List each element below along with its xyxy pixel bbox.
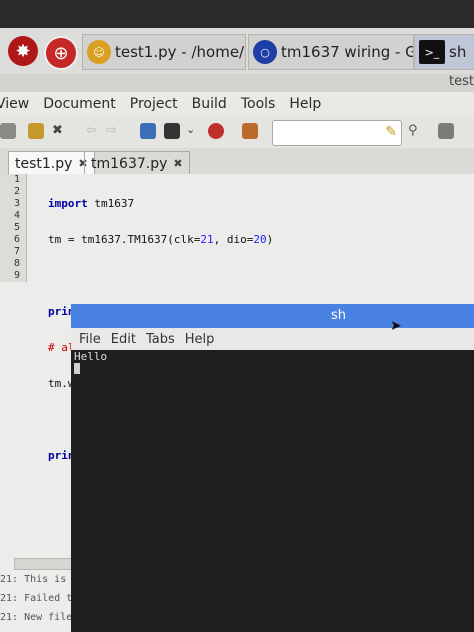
terminal-menubar: File Edit Tabs Help	[71, 328, 474, 350]
line-number: 1	[13, 174, 20, 185]
save-icon[interactable]	[0, 123, 16, 139]
terminal-output-line: Hello	[74, 350, 108, 363]
preferences-icon[interactable]	[438, 123, 454, 139]
message-log: 21: This is Ge 21: Failed to 21: New fil…	[0, 574, 80, 631]
horizontal-scrollbar[interactable]	[14, 558, 76, 570]
screen: ✸ ⊕ ☺ test1.py - /home/pi/D... ○ tm1637 …	[0, 0, 474, 632]
browser-icon[interactable]: ⊕	[44, 36, 78, 70]
tab-tm1637[interactable]: tm1637.py ✖	[84, 151, 190, 175]
revert-icon[interactable]	[28, 123, 44, 139]
terminal-window: sh File Edit Tabs Help Hello	[71, 304, 474, 632]
chromium-icon: ○	[253, 40, 277, 64]
window-title-bar: test	[0, 74, 474, 92]
search-input[interactable]: ✎	[272, 120, 402, 146]
menu-project[interactable]: Project	[130, 96, 178, 112]
close-tab-icon[interactable]: ✖	[173, 157, 182, 170]
terminal-menu-file[interactable]: File	[79, 332, 101, 347]
line-number: 4	[13, 210, 20, 221]
line-number: 7	[13, 246, 20, 257]
terminal-title-bar[interactable]: sh	[71, 304, 474, 328]
line-number-gutter: 1 2 3 4 5 6 7 8 9	[0, 174, 27, 282]
geany-icon: ☺	[87, 40, 111, 64]
terminal-menu-help[interactable]: Help	[185, 332, 215, 347]
terminal-output[interactable]: Hello	[71, 350, 474, 632]
monitor-bezel	[0, 0, 474, 28]
toolbar: ✖ ⇦ ⇨ ⌄ ⚲	[0, 116, 474, 149]
code-line-1: import tm1637	[48, 197, 135, 210]
line-number: 5	[13, 222, 20, 233]
taskbar: ✸ ⊕ ☺ test1.py - /home/pi/D... ○ tm1637 …	[0, 28, 474, 75]
taskbar-button-terminal[interactable]: >_ sh	[414, 34, 474, 70]
taskbar-button-browser[interactable]: ○ tm1637 wiring - Goog...	[248, 34, 414, 70]
build-icon[interactable]	[164, 123, 180, 139]
clear-brush-icon[interactable]: ✎	[385, 124, 397, 140]
tab-test1[interactable]: test1.py ✖	[8, 151, 95, 175]
close-icon[interactable]: ✖	[52, 123, 68, 139]
forward-icon[interactable]: ⇨	[106, 123, 122, 139]
menu-tools[interactable]: Tools	[241, 96, 276, 112]
message-line: 21: New file "	[0, 612, 80, 623]
menu-build[interactable]: Build	[192, 96, 227, 112]
menu-help[interactable]: Help	[289, 96, 321, 112]
document-tabs: test1.py ✖ tm1637.py ✖	[0, 148, 474, 175]
window-title: test	[449, 74, 474, 89]
taskbar-button-geany[interactable]: ☺ test1.py - /home/pi/D...	[82, 34, 246, 70]
color-chooser-icon[interactable]	[242, 123, 258, 139]
message-line: 21: This is Ge	[0, 574, 80, 585]
terminal-icon: >_	[419, 40, 445, 64]
back-icon[interactable]: ⇦	[86, 123, 102, 139]
line-number: 9	[13, 270, 20, 281]
compile-icon[interactable]	[140, 123, 156, 139]
burst-icon[interactable]: ✸	[8, 36, 38, 66]
stop-icon[interactable]	[208, 123, 224, 139]
line-number: 6	[13, 234, 20, 245]
line-number: 8	[13, 258, 20, 269]
line-number: 3	[13, 198, 20, 209]
terminal-menu-tabs[interactable]: Tabs	[146, 332, 175, 347]
search-icon[interactable]: ⚲	[408, 123, 424, 139]
terminal-menu-edit[interactable]: Edit	[111, 332, 136, 347]
text-cursor	[74, 363, 80, 374]
menu-view[interactable]: View	[0, 96, 29, 112]
menubar: View Document Project Build Tools Help	[0, 92, 474, 116]
line-number: 2	[13, 186, 20, 197]
menu-document[interactable]: Document	[43, 96, 116, 112]
terminal-title: sh	[331, 308, 347, 323]
mouse-pointer-icon: ➤	[390, 318, 402, 334]
code-line-2: tm = tm1637.TM1637(clk=21, dio=20)	[48, 233, 274, 246]
message-line: 21: Failed to	[0, 593, 79, 604]
chevron-down-icon[interactable]: ⌄	[186, 123, 202, 139]
